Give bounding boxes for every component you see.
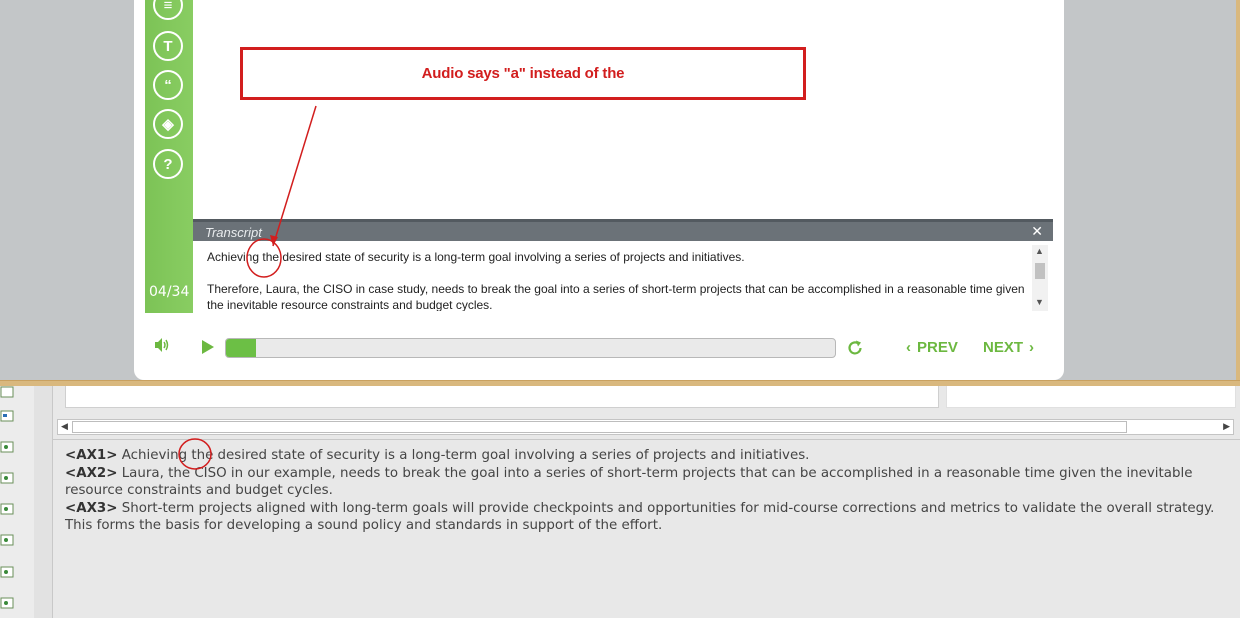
annotation-callout-text: Audio says "a" instead of the [421, 65, 625, 82]
transcript-body: Achieving the desired state of security … [207, 249, 1027, 311]
page-counter: 04/34 [149, 284, 190, 300]
prev-button[interactable]: ‹ PREV [906, 339, 958, 356]
scroll-down-icon[interactable]: ▼ [1035, 297, 1044, 307]
annotation-callout: Audio says "a" instead of the [240, 47, 806, 100]
slide-icon[interactable] [0, 503, 14, 515]
slide-icon[interactable] [0, 566, 14, 578]
script-line-text: Short-term projects aligned with long-te… [65, 500, 1215, 534]
scroll-thumb[interactable] [1035, 263, 1045, 279]
script-line-text: Achieving the desired state of security … [117, 448, 810, 463]
transcript-header: Transcript ✕ [193, 219, 1053, 241]
script-line-text: Laura, the CISO in our example, needs to… [65, 465, 1193, 499]
slide-icon[interactable] [0, 472, 14, 484]
editor-field[interactable] [946, 386, 1236, 408]
divider [53, 439, 1240, 440]
course-viewer: ≡ T “ ◈ ? 04/34 Audio says "a" instead o… [0, 0, 1240, 382]
script-line: <AX1> Achieving the desired state of sec… [65, 447, 1220, 465]
close-icon[interactable]: ✕ [1031, 223, 1043, 240]
script-tag: <AX1> [65, 448, 118, 463]
scroll-right-icon[interactable]: ▶ [1223, 421, 1230, 432]
scroll-up-icon[interactable]: ▲ [1035, 246, 1044, 256]
player-controls: ‹ PREV NEXT › [134, 324, 1064, 372]
replay-icon[interactable] [846, 339, 864, 357]
chevron-left-icon: ‹ [906, 339, 911, 356]
slide-icon[interactable] [0, 534, 14, 546]
progress-fill [226, 339, 257, 357]
text-icon[interactable]: T [153, 31, 183, 61]
transcript-panel: Transcript ✕ Achieving the desired state… [193, 219, 1053, 313]
transcript-paragraph: Therefore, Laura, the CISO in case study… [207, 282, 1025, 311]
editor-gutter [0, 386, 34, 618]
speaker-icon[interactable] [154, 337, 170, 353]
slide-icon[interactable] [0, 410, 14, 422]
transcript-paragraph: Achieving the desired state of security … [207, 250, 745, 264]
script-tag: <AX3> [65, 500, 118, 516]
editor-field[interactable] [65, 386, 939, 408]
quote-icon[interactable]: “ [153, 70, 183, 100]
transcript-title: Transcript [205, 225, 262, 240]
script-line: <AX2> Laura, the CISO in our example, ne… [65, 465, 1220, 500]
script-text[interactable]: <AX1> Achieving the desired state of sec… [65, 447, 1220, 535]
chevron-right-icon: › [1029, 339, 1035, 356]
transcript-scrollbar[interactable]: ▲ ▼ [1032, 245, 1048, 311]
horizontal-scrollbar[interactable]: ◀ ▶ [57, 419, 1234, 435]
gutter-separator [34, 386, 53, 618]
player-sidebar: ≡ T “ ◈ ? 04/34 [145, 0, 193, 313]
layers-icon[interactable]: ◈ [153, 109, 183, 139]
play-icon[interactable] [201, 339, 215, 355]
slide-icon[interactable] [0, 441, 14, 453]
progress-bar[interactable] [225, 338, 836, 358]
viewer-frame-edge [1236, 0, 1240, 382]
slide-icon[interactable] [0, 386, 14, 398]
prev-button-label: PREV [917, 339, 958, 356]
slide-icon[interactable] [0, 597, 14, 609]
script-line: <AX3> Short-term projects aligned with l… [65, 500, 1220, 535]
script-tag: <AX2> [65, 465, 118, 481]
help-icon[interactable]: ? [153, 149, 183, 179]
script-editor: ◀ ▶ <AX1> Achieving the desired state of… [0, 386, 1240, 618]
next-button-label: NEXT [983, 339, 1024, 356]
course-player: ≡ T “ ◈ ? 04/34 Audio says "a" instead o… [134, 0, 1064, 380]
scroll-thumb[interactable] [72, 421, 1127, 433]
list-icon[interactable]: ≡ [153, 0, 183, 20]
scroll-left-icon[interactable]: ◀ [61, 421, 68, 432]
next-button[interactable]: NEXT › [983, 339, 1034, 356]
